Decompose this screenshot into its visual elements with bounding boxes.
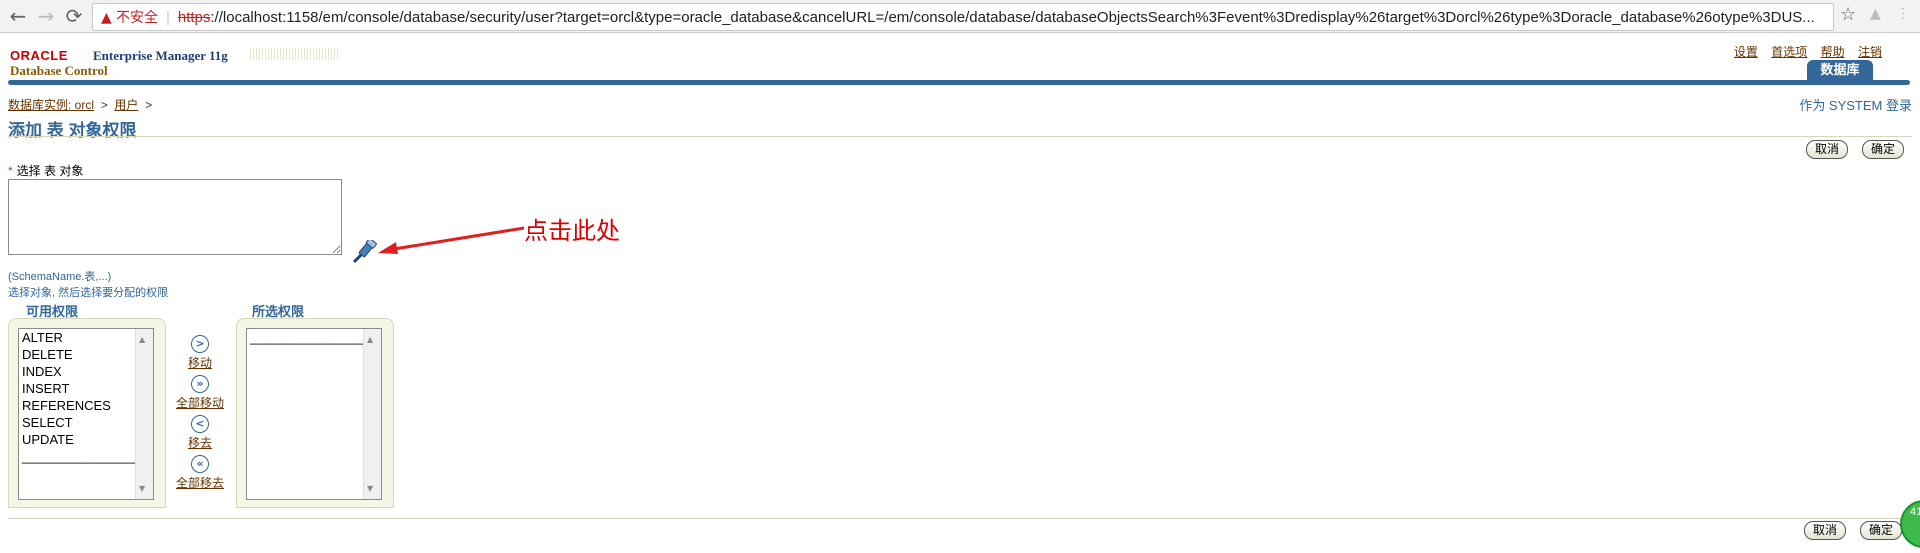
annotation-arrow [378,226,525,254]
format-hint: (SchemaName.表,...) [8,271,112,283]
required-mark: * [8,164,13,178]
db-control-title: Database Control [10,63,108,78]
list-item[interactable]: SELECT [19,414,153,431]
url-text: ://localhost:1158/em/console/database/se… [210,9,1815,26]
list-item[interactable]: INDEX [19,363,153,380]
warning-triangle-icon[interactable]: ▲ [101,10,112,26]
scrollbar[interactable]: ▲ ▼ [363,329,381,499]
global-links: 设置 首选项 帮助 注销 [1724,43,1882,60]
url-scheme: https [177,9,211,26]
cancel-button[interactable]: 取消 [1806,140,1849,159]
list-item[interactable]: ________________ [19,448,153,465]
forward-icon[interactable]: → [34,4,58,28]
divider [8,518,1912,519]
move-left-icon[interactable]: < [191,415,209,433]
move-all-left-icon[interactable]: « [191,455,209,473]
extension-icon[interactable]: ▲ [1870,6,1881,22]
page-title: 添加 表 对象权限 [8,121,137,140]
instruction-hint: 选择对象, 然后选择要分配的权限 [8,287,169,299]
browser-toolbar: ← → ⟳ ▲ 不安全 | https://localhost:1158/em/co… [0,0,1920,33]
ok-button-bottom[interactable]: 确定 [1860,521,1903,540]
bookmark-star-icon[interactable]: ☆ [1840,4,1856,25]
settings-link[interactable]: 设置 [1734,45,1758,59]
move-right-icon[interactable]: > [191,335,209,353]
remove-link[interactable]: 移去 [170,434,230,451]
select-object-label: * 选择 表 对象 [8,164,84,178]
divider [8,136,1912,137]
remove-control[interactable]: < 移去 [170,414,230,451]
move-link[interactable]: 移动 [170,354,230,371]
ok-button[interactable]: 确定 [1862,140,1905,159]
help-link[interactable]: 帮助 [1821,45,1845,59]
cancel-button-bottom[interactable]: 取消 [1804,521,1847,540]
scrollbar[interactable]: ▲ ▼ [135,329,153,499]
reload-icon[interactable]: ⟳ [62,4,86,28]
move-control[interactable]: > 移动 [170,334,230,371]
breadcrumb: 数据库实例: orcl > 用户 > [8,98,153,112]
list-item[interactable]: UPDATE [19,431,153,448]
list-item[interactable]: REFERENCES [19,397,153,414]
list-item[interactable]: DELETE [19,346,153,363]
floating-badge[interactable]: 41 [1900,500,1920,548]
header-decoration [250,48,340,60]
list-item[interactable]: ALTER [19,329,153,346]
list-item[interactable]: INSERT [19,380,153,397]
tab-database[interactable]: 数据库 [1807,60,1873,80]
available-privileges-list[interactable]: ALTER DELETE INDEX INSERT REFERENCES SEL… [18,328,154,500]
address-bar[interactable]: ▲ 不安全 | https://localhost:1158/em/console/… [92,3,1834,31]
list-item[interactable]: ________________ [247,329,381,346]
search-flashlight-icon[interactable] [352,240,378,264]
move-all-link[interactable]: 全部移动 [170,394,230,411]
breadcrumb-users[interactable]: 用户 [114,98,138,112]
move-all-right-icon[interactable]: » [191,375,209,393]
selected-privileges-list[interactable]: ________________ ▲ ▼ [246,328,382,500]
header-bar [8,80,1910,85]
security-label[interactable]: 不安全 [116,9,158,25]
object-input[interactable] [8,179,342,255]
logout-link[interactable]: 注销 [1858,45,1882,59]
preferences-link[interactable]: 首选项 [1771,45,1807,59]
annotation-text: 点击此处 [524,217,620,245]
move-all-control[interactable]: » 全部移动 [170,374,230,411]
oracle-logo: ORACLE [10,48,68,63]
login-status: 作为 SYSTEM 登录 [1799,98,1912,113]
breadcrumb-instance[interactable]: 数据库实例: orcl [8,98,94,112]
menu-icon[interactable]: ⋮ [1896,6,1910,22]
remove-all-link[interactable]: 全部移去 [170,474,230,491]
remove-all-control[interactable]: « 全部移去 [170,454,230,491]
em-title: Enterprise Manager 11g [93,48,228,63]
back-icon[interactable]: ← [6,4,30,28]
